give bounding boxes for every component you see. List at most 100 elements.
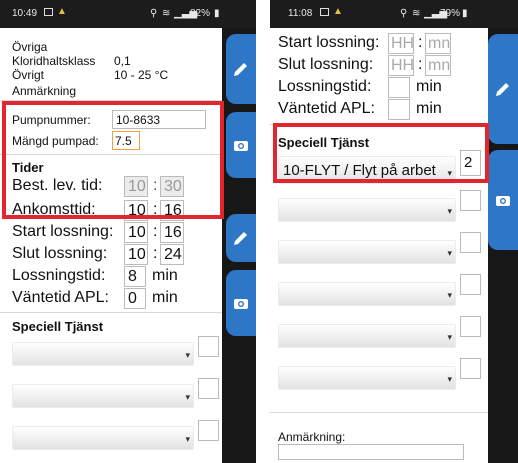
- start-minute-placeholder: mn: [428, 35, 451, 52]
- klorid-label: Kloridhaltsklass: [12, 54, 96, 68]
- lossningstid-label: Lossningstid:: [12, 267, 106, 284]
- slut-hour-input[interactable]: HH: [388, 55, 414, 76]
- chevron-down-icon: ▾: [185, 350, 190, 360]
- lossningstid-value: 8: [128, 268, 137, 285]
- chevron-down-icon: ▾: [185, 434, 190, 444]
- edit-button[interactable]: [488, 34, 518, 144]
- service-quantity-box[interactable]: [460, 190, 481, 211]
- battery-icon: ▮: [462, 8, 468, 19]
- camera-button[interactable]: [488, 150, 518, 250]
- slut-lossning-label: Slut lossning:: [12, 245, 108, 262]
- chevron-down-icon: ▾: [447, 206, 452, 216]
- wifi-icon: ≋: [412, 8, 421, 19]
- ovrigt-value: 10 - 25 °C: [114, 68, 169, 82]
- service-dropdown[interactable]: ▾: [12, 426, 194, 450]
- slut-hour-placeholder: HH: [391, 57, 415, 74]
- ovriga-label: Övriga: [12, 40, 48, 54]
- lossningstid-label: Lossningstid:: [278, 78, 372, 95]
- service-quantity-box[interactable]: [460, 232, 481, 253]
- edit-button[interactable]: [226, 214, 256, 262]
- service-dropdown[interactable]: ▾: [278, 282, 456, 306]
- service-dropdown[interactable]: ▾: [278, 240, 456, 264]
- time-colon: :: [153, 245, 158, 262]
- service-quantity-box[interactable]: [460, 316, 481, 337]
- location-icon: ⚲: [400, 8, 408, 19]
- chevron-down-icon: ▾: [185, 392, 190, 402]
- service-dropdown[interactable]: ▾: [278, 198, 456, 222]
- service-dropdown[interactable]: ▾: [278, 324, 456, 348]
- divider: [0, 312, 222, 313]
- camera-button[interactable]: [226, 112, 256, 178]
- image-icon: [320, 8, 329, 16]
- form-content: Start lossning: HH : mn Slut lossning: H…: [270, 28, 488, 463]
- camera-button[interactable]: [226, 270, 256, 336]
- vantetid-unit: min: [152, 289, 178, 306]
- slut-lossning-label: Slut lossning:: [278, 56, 374, 73]
- anmarkning-label: Anmärkning:: [278, 430, 346, 444]
- camera-icon: [234, 141, 248, 151]
- status-bar: 11:08 ▲ ⚲ ≋ ▁▃▅ 79% ▮: [270, 0, 518, 28]
- location-icon: ⚲: [150, 8, 158, 19]
- battery-level: 79%: [440, 8, 461, 19]
- pencil-icon: [496, 83, 509, 96]
- slut-minute-value: 24: [164, 246, 182, 263]
- start-minute-value: 16: [164, 224, 182, 241]
- slut-hour-value: 10: [128, 246, 146, 263]
- service-dropdown[interactable]: ▾: [278, 366, 456, 390]
- anmarkning-input[interactable]: [278, 444, 464, 460]
- klorid-value: 0,1: [114, 54, 131, 68]
- edit-button[interactable]: [226, 34, 256, 104]
- wifi-icon: ≋: [162, 8, 171, 19]
- time-colon: :: [418, 34, 423, 51]
- service-dropdown[interactable]: ▾: [12, 342, 194, 366]
- image-icon: [44, 8, 53, 16]
- start-hour-input[interactable]: 10: [124, 222, 148, 243]
- pencil-icon: [234, 63, 247, 76]
- service-quantity-box[interactable]: [198, 378, 219, 399]
- start-hour-input[interactable]: HH: [388, 33, 414, 54]
- right-phone-screen: 11:08 ▲ ⚲ ≋ ▁▃▅ 79% ▮ Start lossning: HH…: [270, 0, 518, 463]
- chevron-down-icon: ▾: [447, 290, 452, 300]
- left-phone-screen: 10:49 ▲ ⚲ ≋ ▁▃▅ 82% ▮ Övriga Kloridhalts…: [0, 0, 256, 463]
- warning-icon: ▲: [333, 6, 343, 17]
- service-quantity-box[interactable]: [198, 336, 219, 357]
- status-time: 10:49: [12, 8, 38, 19]
- slut-minute-input[interactable]: 24: [160, 244, 184, 265]
- start-hour-value: 10: [128, 224, 146, 241]
- warning-icon: ▲: [57, 6, 67, 17]
- highlight-frame: [273, 123, 489, 183]
- vantetid-label: Väntetid APL:: [278, 100, 375, 117]
- start-minute-input[interactable]: mn: [425, 33, 451, 54]
- battery-icon: ▮: [214, 8, 220, 19]
- start-lossning-label: Start lossning:: [12, 223, 114, 240]
- divider: [270, 412, 488, 413]
- vantetid-label: Väntetid APL:: [12, 289, 109, 306]
- slut-hour-input[interactable]: 10: [124, 244, 148, 265]
- slut-minute-placeholder: mn: [428, 57, 451, 74]
- vantetid-input[interactable]: 0: [124, 288, 146, 309]
- speciell-tjanst-heading: Speciell Tjänst: [12, 319, 104, 334]
- time-colon: :: [418, 56, 423, 73]
- status-bar: 10:49 ▲ ⚲ ≋ ▁▃▅ 82% ▮: [0, 0, 256, 28]
- action-sidebar: [222, 28, 256, 463]
- lossningstid-unit: min: [152, 267, 178, 284]
- form-content: Övriga Kloridhaltsklass 0,1 Övrigt 10 - …: [0, 28, 222, 463]
- lossningstid-input[interactable]: [388, 77, 410, 98]
- vantetid-value: 0: [128, 290, 137, 307]
- chevron-down-icon: ▾: [447, 248, 452, 258]
- battery-level: 82%: [190, 8, 211, 19]
- start-minute-input[interactable]: 16: [160, 222, 184, 243]
- service-quantity-box[interactable]: [460, 358, 481, 379]
- time-colon: :: [153, 223, 158, 240]
- service-quantity-box[interactable]: [460, 274, 481, 295]
- action-sidebar: [488, 28, 518, 463]
- slut-minute-input[interactable]: mn: [425, 55, 451, 76]
- start-lossning-label: Start lossning:: [278, 34, 380, 51]
- ovrigt-label: Övrigt: [12, 68, 45, 82]
- service-quantity-box[interactable]: [198, 420, 219, 441]
- lossningstid-input[interactable]: 8: [124, 266, 146, 287]
- camera-icon: [496, 196, 510, 206]
- service-dropdown[interactable]: ▾: [12, 384, 194, 408]
- vantetid-input[interactable]: [388, 99, 410, 120]
- chevron-down-icon: ▾: [447, 332, 452, 342]
